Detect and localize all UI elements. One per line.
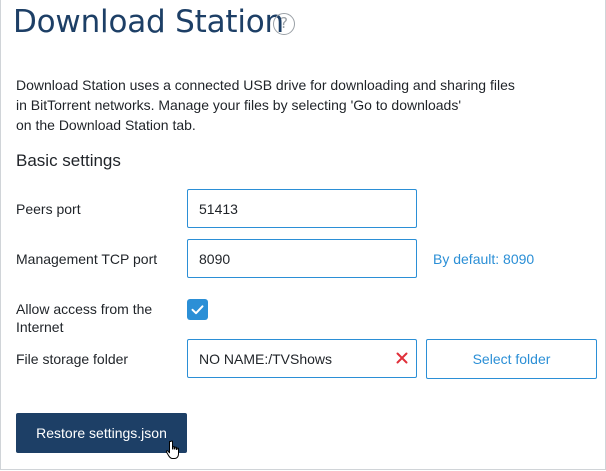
allow-internet-label-line: Internet — [16, 319, 64, 335]
management-tcp-port-label: Management TCP port — [16, 251, 158, 267]
description-line: Download Station uses a connected USB dr… — [16, 77, 515, 93]
storage-folder-input[interactable] — [187, 339, 417, 378]
description-line: on the Download Station tab. — [16, 117, 196, 133]
default-port-hint: By default: 8090 — [433, 251, 535, 267]
help-icon[interactable]: ? — [273, 13, 295, 35]
management-tcp-port-input[interactable] — [187, 239, 417, 278]
description-line: in BitTorrent networks. Manage your file… — [16, 97, 462, 113]
storage-folder-label: File storage folder — [16, 351, 129, 367]
allow-internet-checkbox[interactable] — [187, 299, 208, 320]
allow-internet-label-line: Allow access from the — [16, 301, 153, 317]
clear-icon[interactable] — [395, 351, 409, 365]
section-title-basic-settings: Basic settings — [16, 151, 121, 170]
description: Download Station uses a connected USB dr… — [16, 75, 536, 135]
settings-panel — [0, 0, 606, 470]
peers-port-label: Peers port — [16, 201, 81, 217]
hand-pointer-icon — [165, 440, 179, 459]
checkmark-icon — [191, 305, 204, 315]
peers-port-input[interactable] — [187, 189, 417, 228]
restore-settings-button[interactable]: Restore settings.json — [16, 413, 187, 453]
select-folder-button[interactable]: Select folder — [426, 339, 597, 379]
page-title: Download Station — [13, 4, 284, 40]
allow-internet-label: Allow access from the Internet — [16, 300, 152, 336]
